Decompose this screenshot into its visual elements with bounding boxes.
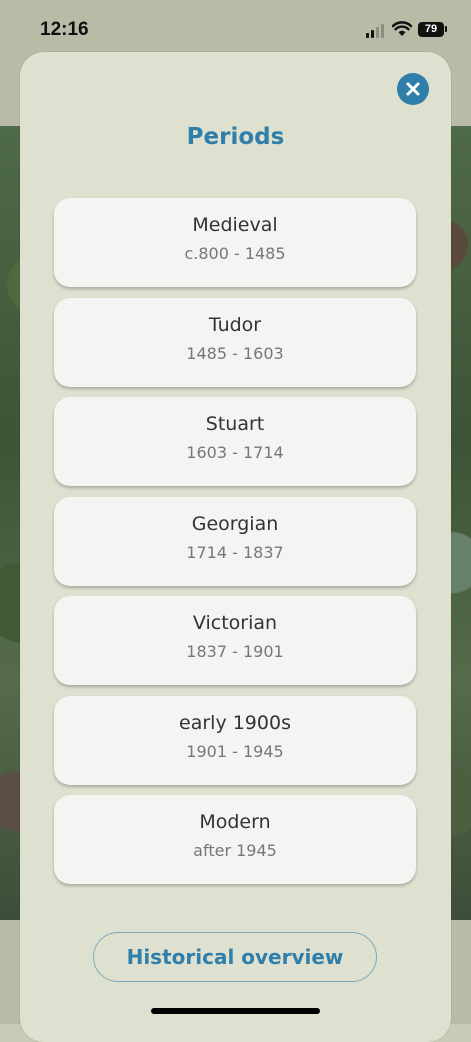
period-list: Medieval c.800 - 1485 Tudor 1485 - 1603 … [54,198,416,895]
period-name: Georgian [191,512,279,535]
period-card-early-1900s[interactable]: early 1900s 1901 - 1945 [54,695,416,785]
period-range: 1485 - 1603 [186,343,284,363]
period-range: 1714 - 1837 [186,542,284,562]
period-name: Modern [199,811,271,833]
period-card-georgian[interactable]: Georgian 1714 - 1837 [54,496,416,586]
battery-icon: 79 [418,22,444,37]
period-name: Victorian [192,612,278,634]
period-range: 1837 - 1901 [186,642,284,661]
cellular-signal-icon [366,24,386,38]
status-bar: 12:16 79 [0,0,471,60]
period-card-victorian[interactable]: Victorian 1837 - 1901 [54,596,416,685]
period-card-modern[interactable]: Modern after 1945 [54,795,416,884]
period-range: 1603 - 1714 [186,443,284,462]
period-card-medieval[interactable]: Medieval c.800 - 1485 [54,198,416,287]
battery-nub [445,26,447,32]
period-range: c.800 - 1485 [184,244,286,263]
period-card-stuart[interactable]: Stuart 1603 - 1714 [54,397,416,486]
home-indicator[interactable] [151,1008,320,1014]
modal-title: Periods [186,124,285,150]
wifi-icon [392,21,412,36]
status-time: 12:16 [40,19,89,40]
historical-overview-button[interactable]: Historical overview [93,932,377,982]
period-name: Tudor [208,313,262,336]
period-name: early 1900s [179,711,291,734]
period-range: after 1945 [193,841,277,860]
period-card-tudor[interactable]: Tudor 1485 - 1603 [54,297,416,387]
periods-modal: Periods Medieval c.800 - 1485 Tudor 1485… [20,52,451,1042]
period-range: 1901 - 1945 [186,741,284,761]
period-name: Medieval [192,214,278,236]
period-name: Stuart [205,413,265,435]
close-button[interactable] [397,73,429,105]
close-icon [406,82,420,96]
